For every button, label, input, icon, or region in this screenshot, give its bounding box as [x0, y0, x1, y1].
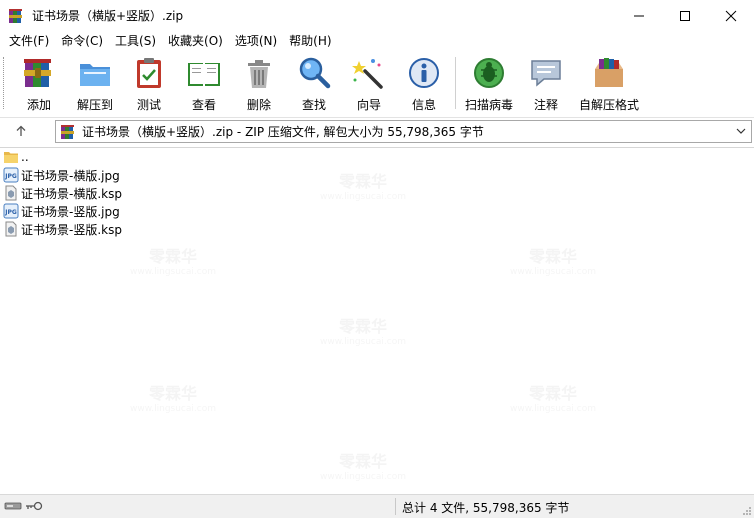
test-label: 测试: [136, 98, 161, 112]
file-name: 证书场景-横版.ksp: [21, 186, 122, 201]
maximize-icon: [680, 10, 690, 21]
close-icon: [725, 10, 737, 21]
watermark: 零霖华www.lingsucai.com: [320, 448, 406, 482]
ksp-file-icon: [5, 221, 17, 237]
file-row[interactable]: JPG 证书场景-横版.jpg: [3, 166, 120, 184]
find-magnifier-icon: [299, 57, 331, 89]
arrow-up-icon: [16, 125, 26, 136]
drive-icon[interactable]: [4, 500, 22, 512]
add-button[interactable]: 添加: [11, 53, 67, 113]
wizard-wand-icon: [352, 59, 383, 89]
extract-to-label: 解压到: [76, 98, 113, 112]
svg-text:JPG: JPG: [4, 209, 17, 216]
minimize-icon: [634, 15, 644, 16]
file-row-parent[interactable]: ..: [3, 148, 29, 166]
resize-grip-icon[interactable]: [742, 506, 752, 516]
status-bar: 总计 4 文件, 55,798,365 字节: [0, 494, 754, 518]
extract-to-button[interactable]: 解压到: [67, 53, 123, 113]
add-archive-icon: [24, 59, 51, 87]
zip-archive-icon: [61, 124, 74, 139]
info-button[interactable]: 信息: [396, 53, 452, 113]
svg-text:JPG: JPG: [4, 173, 17, 180]
info-icon: [409, 58, 439, 88]
find-label: 查找: [301, 98, 326, 112]
toolbar-separator: [455, 57, 456, 109]
sfx-box-icon: [595, 58, 623, 87]
delete-label: 删除: [246, 98, 271, 112]
menu-options[interactable]: 选项(N): [229, 31, 283, 51]
window-controls: [616, 0, 754, 31]
up-level-button[interactable]: [8, 120, 34, 142]
info-label: 信息: [411, 98, 436, 112]
menu-favorites[interactable]: 收藏夹(O): [162, 31, 229, 51]
find-button[interactable]: 查找: [286, 53, 342, 113]
status-summary: 总计 4 文件, 55,798,365 字节: [402, 501, 570, 515]
sfx-button[interactable]: 自解压格式: [578, 53, 640, 113]
add-label: 添加: [26, 98, 51, 112]
extract-folder-icon: [80, 64, 110, 86]
menu-bar: 文件(F) 命令(C) 工具(S) 收藏夹(O) 选项(N) 帮助(H): [0, 31, 754, 51]
scan-virus-button[interactable]: 扫描病毒: [461, 53, 517, 113]
window-title: 证书场景（横版+竖版）.zip: [32, 9, 184, 23]
watermark: 零霖华www.lingsucai.com: [130, 380, 216, 414]
file-name: ..: [21, 150, 29, 164]
file-row[interactable]: JPG 证书场景-竖版.jpg: [3, 202, 120, 220]
watermark: 零霖华www.lingsucai.com: [510, 243, 596, 277]
comment-label: 注释: [533, 98, 558, 112]
minimize-button[interactable]: [616, 0, 662, 31]
folder-icon: [4, 152, 18, 163]
ksp-file-icon: [5, 185, 17, 201]
file-name: 证书场景-竖版.jpg: [21, 204, 120, 219]
menu-tools[interactable]: 工具(S): [109, 31, 162, 51]
maximize-button[interactable]: [662, 0, 708, 31]
trash-icon: [248, 60, 270, 88]
close-button[interactable]: [708, 0, 754, 31]
sfx-label: 自解压格式: [578, 98, 639, 112]
file-row[interactable]: 证书场景-横版.ksp: [3, 184, 122, 202]
scan-virus-label: 扫描病毒: [464, 98, 513, 112]
delete-button[interactable]: 删除: [231, 53, 287, 113]
view-book-icon: [188, 63, 220, 86]
jpg-file-icon: JPG: [3, 167, 19, 183]
file-list[interactable]: 零霖华www.lingsucai.com 零霖华www.lingsucai.co…: [0, 147, 754, 493]
wizard-button[interactable]: 向导: [341, 53, 397, 113]
file-row[interactable]: 证书场景-竖版.ksp: [3, 220, 122, 238]
address-text: 证书场景（横版+竖版）.zip - ZIP 压缩文件, 解包大小为 55,798…: [82, 125, 484, 139]
address-bar: 证书场景（横版+竖版）.zip - ZIP 压缩文件, 解包大小为 55,798…: [0, 117, 754, 145]
virus-scan-icon: [474, 58, 504, 88]
status-icons: [4, 500, 43, 512]
view-button[interactable]: 查看: [176, 53, 232, 113]
file-name: 证书场景-横版.jpg: [21, 168, 120, 183]
menu-commands[interactable]: 命令(C): [55, 31, 109, 51]
jpg-file-icon: JPG: [3, 203, 19, 219]
menu-help[interactable]: 帮助(H): [283, 31, 337, 51]
menu-file[interactable]: 文件(F): [3, 31, 55, 51]
toolbar: 添加 解压到 测试 查看 删除 查找 向导 信息 扫描病毒 注释 自解压格式: [0, 51, 754, 115]
file-name: 证书场景-竖版.ksp: [21, 222, 122, 237]
toolbar-grip[interactable]: [3, 57, 6, 109]
winrar-books-icon: [9, 8, 22, 23]
test-clipboard-icon: [137, 58, 161, 88]
comment-icon: [531, 60, 561, 87]
test-button[interactable]: 测试: [121, 53, 177, 113]
comment-button[interactable]: 注释: [518, 53, 574, 113]
title-bar: 证书场景（横版+竖版）.zip: [0, 0, 754, 31]
watermark: 零霖华www.lingsucai.com: [510, 380, 596, 414]
wizard-label: 向导: [356, 98, 381, 112]
key-icon[interactable]: [25, 500, 43, 512]
watermark: 零霖华www.lingsucai.com: [320, 313, 406, 347]
watermark: 零霖华www.lingsucai.com: [320, 168, 406, 202]
status-divider: [395, 498, 396, 515]
view-label: 查看: [191, 98, 216, 112]
chevron-down-icon[interactable]: [735, 125, 747, 137]
address-field[interactable]: 证书场景（横版+竖版）.zip - ZIP 压缩文件, 解包大小为 55,798…: [55, 120, 752, 143]
watermark: 零霖华www.lingsucai.com: [130, 243, 216, 277]
